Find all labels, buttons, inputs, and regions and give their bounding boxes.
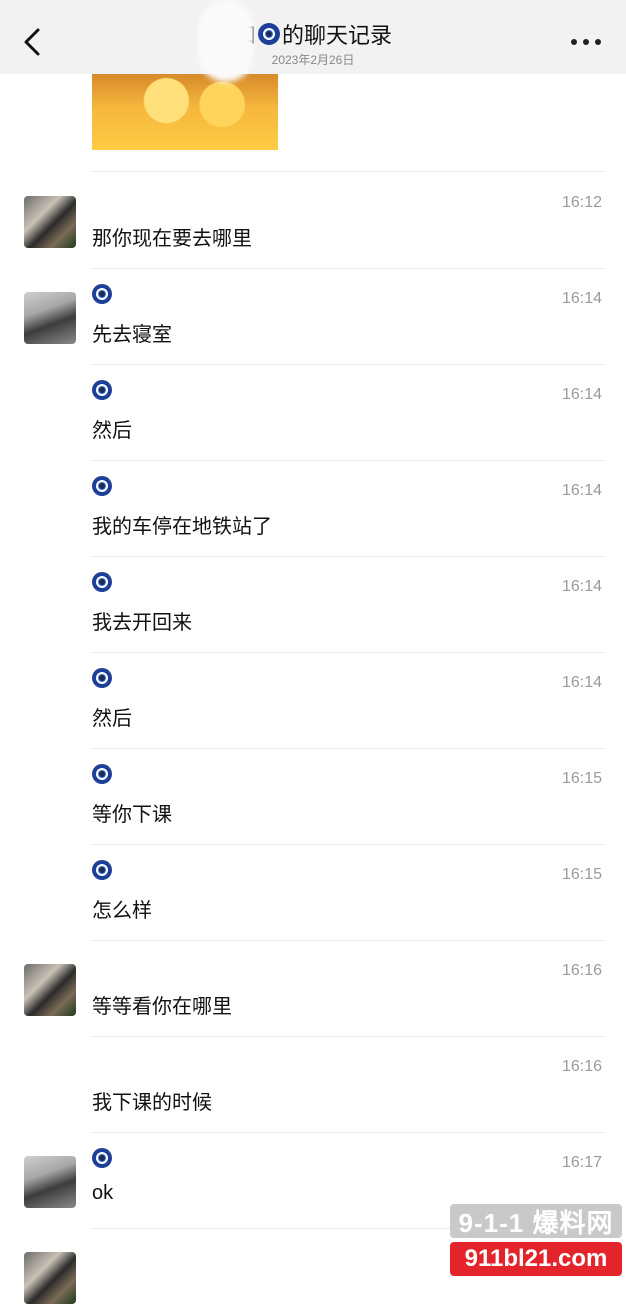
- message-time: 16:14: [561, 674, 602, 691]
- message-row: 16:15 怎么样: [0, 844, 626, 940]
- message-text: 那你现在要去哪里: [92, 228, 252, 250]
- watermark-line1: 9-1-1 爆料网: [450, 1204, 622, 1238]
- title-area: 和 的聊天记录 2023年2月26日: [0, 18, 626, 68]
- page-title: 和 的聊天记录: [234, 18, 392, 50]
- message-time: 16:15: [561, 770, 602, 787]
- avatar[interactable]: [24, 292, 76, 344]
- image-message[interactable]: [92, 74, 278, 150]
- watermark-logo: 9-1-1 爆料网 911bl21.com: [450, 1204, 622, 1276]
- message-row: 16:16 等等看你在哪里: [0, 940, 626, 1036]
- message-time: 16:16: [561, 962, 602, 979]
- avatar[interactable]: [24, 1252, 76, 1304]
- message-text: 先去寝室: [92, 324, 172, 346]
- message-time: 16:14: [561, 386, 602, 403]
- message-row: 16:14 我去开回来: [0, 556, 626, 652]
- message-text: 怎么样: [92, 900, 152, 922]
- message-text: 我去开回来: [92, 612, 192, 634]
- message-row: 16:14 我的车停在地铁站了: [0, 460, 626, 556]
- message-time: 16:16: [561, 1058, 602, 1075]
- message-time: 16:14: [561, 482, 602, 499]
- evil-eye-icon: [92, 476, 112, 496]
- message-text: 等你下课: [92, 804, 172, 826]
- avatar[interactable]: [24, 196, 76, 248]
- more-icon[interactable]: [566, 30, 606, 54]
- redaction-blur: [198, 0, 254, 82]
- message-text: 然后: [92, 708, 132, 730]
- message-row: 16:15 等你下课: [0, 748, 626, 844]
- evil-eye-icon: [92, 860, 112, 880]
- evil-eye-icon: [92, 284, 112, 304]
- evil-eye-icon: [92, 572, 112, 592]
- message-row: 16:12 那你现在要去哪里: [0, 172, 626, 268]
- message-row: 16:14 然后: [0, 364, 626, 460]
- message-time: 16:14: [561, 578, 602, 595]
- evil-eye-icon: [92, 1148, 112, 1168]
- message-text: ok: [92, 1182, 114, 1204]
- avatar[interactable]: [24, 1156, 76, 1208]
- chat-date: 2023年2月26日: [271, 53, 355, 67]
- watermark-line2: 911bl21.com: [450, 1242, 622, 1276]
- message-text: 我下课的时候: [92, 1092, 212, 1114]
- message-text: 然后: [92, 420, 132, 442]
- message-row: 16:14 然后: [0, 652, 626, 748]
- message-time: 16:15: [561, 866, 602, 883]
- message-row: 16:14 先去寝室: [0, 268, 626, 364]
- title-suffix: 的聊天记录: [282, 23, 393, 48]
- navbar: 和 的聊天记录 2023年2月26日: [0, 0, 626, 74]
- message-text: 等等看你在哪里: [92, 996, 232, 1018]
- message-time: 16:14: [561, 290, 602, 307]
- evil-eye-icon: [258, 23, 280, 45]
- evil-eye-icon: [92, 668, 112, 688]
- evil-eye-icon: [92, 380, 112, 400]
- evil-eye-icon: [92, 764, 112, 784]
- message-row: 16:16 我下课的时候: [0, 1036, 626, 1132]
- message-time: 16:12: [561, 194, 602, 211]
- chat-history[interactable]: 16:12 那你现在要去哪里 16:14 先去寝室 16:14 然后 16:14…: [0, 74, 626, 1304]
- message-text: 我的车停在地铁站了: [92, 516, 272, 538]
- avatar[interactable]: [24, 964, 76, 1016]
- message-time: 16:17: [561, 1154, 602, 1171]
